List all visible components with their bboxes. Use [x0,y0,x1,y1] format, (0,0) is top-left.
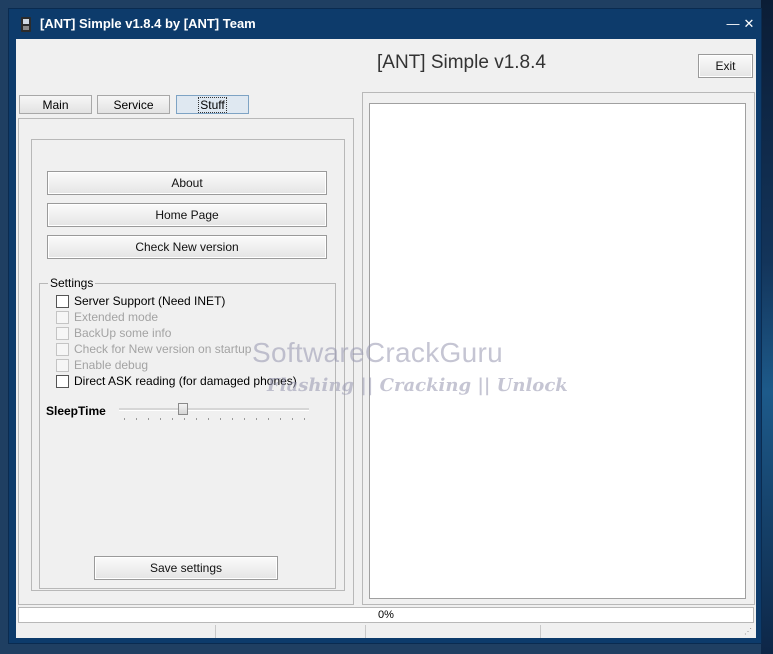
client-area: [ANT] Simple v1.8.4 Exit Main Service St… [16,39,756,638]
progress-bar: 0% [18,607,754,623]
checkbox-label: Server Support (Need INET) [74,294,226,308]
tab-main-label: Main [42,98,69,112]
status-segment [366,625,541,638]
close-button[interactable]: ✕ [741,16,757,32]
title-bar[interactable]: [ANT] Simple v1.8.4 by [ANT] Team — ✕ [9,9,761,39]
slider-tick [292,418,293,420]
status-bar: ⋰ [16,625,756,638]
status-segment [216,625,366,638]
slider-tick [136,418,137,420]
slider-tick [148,418,149,420]
slider-tick [280,418,281,420]
tab-service[interactable]: Service [97,95,170,114]
resize-grip-icon[interactable]: ⋰ [744,627,754,637]
status-segment [541,625,741,638]
desktop-background [761,0,773,654]
checkbox-box [56,327,69,340]
slider-tick [268,418,269,420]
checkbox-box [56,343,69,356]
checkbox-label: Check for New version on startup [74,342,252,356]
slider-tick [172,418,173,420]
log-panel [362,92,755,605]
app-heading: [ANT] Simple v1.8.4 [377,52,546,73]
settings-group-title: Settings [48,276,96,290]
check-version-button[interactable]: Check New version [47,235,327,259]
homepage-button[interactable]: Home Page [47,203,327,227]
checkbox-label: Extended mode [74,310,159,324]
slider-tick [208,418,209,420]
stuff-panel: About Home Page Check New version Settin… [18,118,354,605]
slider-tick [244,418,245,420]
slider-tick [232,418,233,420]
settings-group: Settings Server Support (Need INET) Exte… [39,276,336,589]
checkbox-box[interactable] [56,375,69,388]
slider-thumb[interactable] [178,403,188,415]
stuff-inner-panel: About Home Page Check New version Settin… [31,139,345,591]
status-segment [16,625,216,638]
tab-stuff[interactable]: Stuff [176,95,249,114]
app-window: [ANT] Simple v1.8.4 by [ANT] Team — ✕ [A… [8,8,762,644]
backup-info-checkbox: BackUp some info [56,326,171,340]
server-support-checkbox[interactable]: Server Support (Need INET) [56,294,225,308]
slider-tick [196,418,197,420]
slider-tick [184,418,185,420]
minimize-button[interactable]: — [725,16,741,32]
checkbox-box[interactable] [56,295,69,308]
checkbox-label: Direct ASK reading (for damaged phones) [74,374,297,388]
app-icon [21,17,31,32]
window-title: [ANT] Simple v1.8.4 by [ANT] Team [40,16,256,31]
log-output[interactable] [369,103,746,599]
extended-mode-checkbox: Extended mode [56,310,158,324]
slider-tick [220,418,221,420]
check-version-startup-checkbox: Check for New version on startup [56,342,251,356]
tab-main[interactable]: Main [19,95,92,114]
checkbox-label: Enable debug [74,358,149,372]
about-button[interactable]: About [47,171,327,195]
slider-tick [124,418,125,420]
sleeptime-label: SleepTime [46,404,106,418]
slider-tick [304,418,305,420]
slider-tick [256,418,257,420]
slider-tick [160,418,161,420]
sleeptime-slider[interactable] [119,398,315,422]
checkbox-label: BackUp some info [74,326,172,340]
progress-text: 0% [378,609,394,621]
slider-track[interactable] [119,408,309,411]
tab-stuff-label: Stuff [198,97,227,113]
direct-ask-checkbox[interactable]: Direct ASK reading (for damaged phones) [56,374,297,388]
exit-button[interactable]: Exit [698,54,753,78]
enable-debug-checkbox: Enable debug [56,358,148,372]
tab-service-label: Service [113,98,154,112]
checkbox-box [56,359,69,372]
checkbox-box [56,311,69,324]
save-settings-button[interactable]: Save settings [94,556,278,580]
